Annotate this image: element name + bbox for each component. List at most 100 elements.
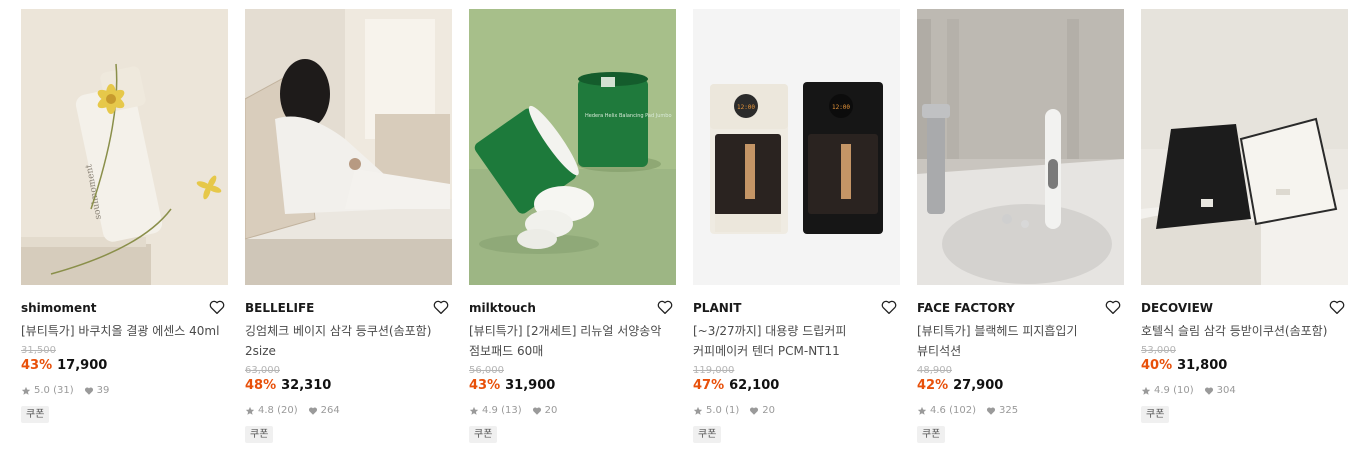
heart-filled-icon [308,407,317,415]
like-count: 304 [1216,385,1236,396]
review-count: (13) [501,405,522,416]
sale-price: 32,310 [281,378,332,393]
price-row: 42% 27,900 [917,377,1124,395]
price-row: 43% 31,900 [469,377,676,395]
price-row: 47% 62,100 [693,377,900,395]
rating-value: 4.6 [930,405,946,416]
heart-filled-icon [986,407,996,415]
heart-filled-icon [750,407,759,415]
heart-outline-icon[interactable] [656,298,674,316]
discount-rate: 47% [693,378,725,393]
heart-outline-icon[interactable] [1104,298,1122,316]
sale-price: 31,900 [505,378,556,393]
price-row: 43% 17,900 [21,357,228,375]
review-count: (1) [725,405,740,416]
coupon-badge: 쿠폰 [917,426,946,443]
like-count: 325 [998,405,1019,416]
discount-rate: 40% [1141,358,1173,373]
product-image[interactable]: Hedera Helix Balancing Pad Jumbo [469,9,676,285]
review-meta: 4.9 (10) 304 [1141,384,1348,398]
brand-name[interactable]: milktouch [469,297,676,319]
review-count: (102) [949,405,976,416]
product-card[interactable]: BELLELIFE 깅엄체크 베이지 삼각 등쿠션(솜포함) 2size 63,… [245,9,452,443]
product-image[interactable] [245,9,452,285]
coupon-badge: 쿠폰 [1141,406,1170,423]
clock-display: 12:00 [737,104,755,111]
heart-outline-icon[interactable] [1328,298,1346,316]
like-count: 39 [96,385,110,396]
heart-filled-icon [84,387,93,395]
rating-value: 4.9 [482,405,498,416]
discount-rate: 43% [469,378,501,393]
product-title[interactable]: [뷰티특가] [2개세트] 리뉴얼 서양송악 점보패드 60매 [469,321,676,361]
brand-name[interactable]: DECOVIEW [1141,297,1348,319]
rating: 4.9 (10) [1154,384,1194,398]
original-price: 119,000 [693,365,735,376]
review-count: (31) [53,385,74,396]
brand-name[interactable]: BELLELIFE [245,297,452,319]
original-price: 53,000 [1141,345,1176,356]
sale-price: 31,800 [1177,358,1228,373]
product-title[interactable]: 호텔식 슬림 삼각 등받이쿠션(솜포함) [1141,321,1348,341]
review-meta: 4.6 (102) 325 [917,404,1124,418]
product-image[interactable]: soulmoment [21,9,228,285]
review-meta: 5.0 (1) 20 [693,404,900,418]
product-card[interactable]: soulmoment shimoment [뷰티특가] 바쿠치올 결광 에센스 … [21,9,228,423]
coupon-badge: 쿠폰 [21,406,50,423]
price-row: 48% 32,310 [245,377,452,395]
rating: 4.9 (13) [482,404,522,418]
product-title[interactable]: 깅엄체크 베이지 삼각 등쿠션(솜포함) 2size [245,321,452,361]
product-image[interactable] [1141,9,1348,285]
coupon-badge: 쿠폰 [469,426,498,443]
product-image[interactable]: 12:00 12:00 [693,9,900,285]
rating: 4.8 (20) [258,404,298,418]
original-price: 63,000 [245,365,280,376]
brand-name[interactable]: shimoment [21,297,228,319]
coupon-badge: 쿠폰 [693,426,722,443]
review-count: (10) [1173,385,1194,396]
review-meta: 4.9 (13) 20 [469,404,676,418]
original-price: 48,900 [917,365,952,376]
original-price: 31,500 [21,345,56,356]
heart-outline-icon[interactable] [208,298,226,316]
product-title[interactable]: [~3/27까지] 대용량 드립커피 커피메이커 텐더 PCM-NT11 [693,321,900,361]
clock-display: 12:00 [832,104,850,111]
rating: 4.6 (102) [930,404,976,418]
product-grid: soulmoment shimoment [뷰티특가] 바쿠치올 결광 에센스 … [0,0,1358,463]
review-meta: 4.8 (20) 264 [245,404,452,418]
product-title[interactable]: [뷰티특가] 바쿠치올 결광 에센스 40ml [21,321,228,341]
heart-outline-icon[interactable] [880,298,898,316]
review-count: (20) [277,405,298,416]
like-count: 20 [762,405,775,416]
heart-filled-icon [532,407,541,415]
jar-label: Hedera Helix Balancing Pad Jumbo [585,113,672,119]
product-image[interactable] [917,9,1124,285]
rating-value: 5.0 [706,405,722,416]
star-icon [1141,386,1151,395]
brand-name[interactable]: FACE FACTORY [917,297,1124,319]
star-icon [917,406,927,415]
rating: 5.0 (1) [706,404,739,418]
sale-price: 27,900 [953,378,1004,393]
brand-name[interactable]: PLANIT [693,297,900,319]
coupon-badge: 쿠폰 [245,426,274,443]
sale-price: 17,900 [57,358,108,373]
rating: 5.0 (31) [34,384,74,398]
star-icon [21,386,31,395]
discount-rate: 42% [917,378,949,393]
product-card[interactable]: FACE FACTORY [뷰티특가] 블랙헤드 피지흡입기 뷰티석션 48,9… [917,9,1124,443]
product-card[interactable]: Hedera Helix Balancing Pad Jumbo milktou… [469,9,676,443]
product-card[interactable]: DECOVIEW 호텔식 슬림 삼각 등받이쿠션(솜포함) 53,000 40%… [1141,9,1348,423]
original-price: 56,000 [469,365,504,376]
star-icon [245,406,255,415]
like-count: 20 [544,405,558,416]
like-count: 264 [320,405,340,416]
product-title[interactable]: [뷰티특가] 블랙헤드 피지흡입기 뷰티석션 [917,321,1124,361]
rating-value: 4.9 [1154,385,1170,396]
star-icon [469,406,479,415]
heart-outline-icon[interactable] [432,298,450,316]
heart-filled-icon [1204,387,1213,395]
review-meta: 5.0 (31) 39 [21,384,228,398]
rating-value: 4.8 [258,405,274,416]
product-card[interactable]: 12:00 12:00 PLANIT [~3/27까지] 대용량 드립커피 커피… [693,9,900,443]
